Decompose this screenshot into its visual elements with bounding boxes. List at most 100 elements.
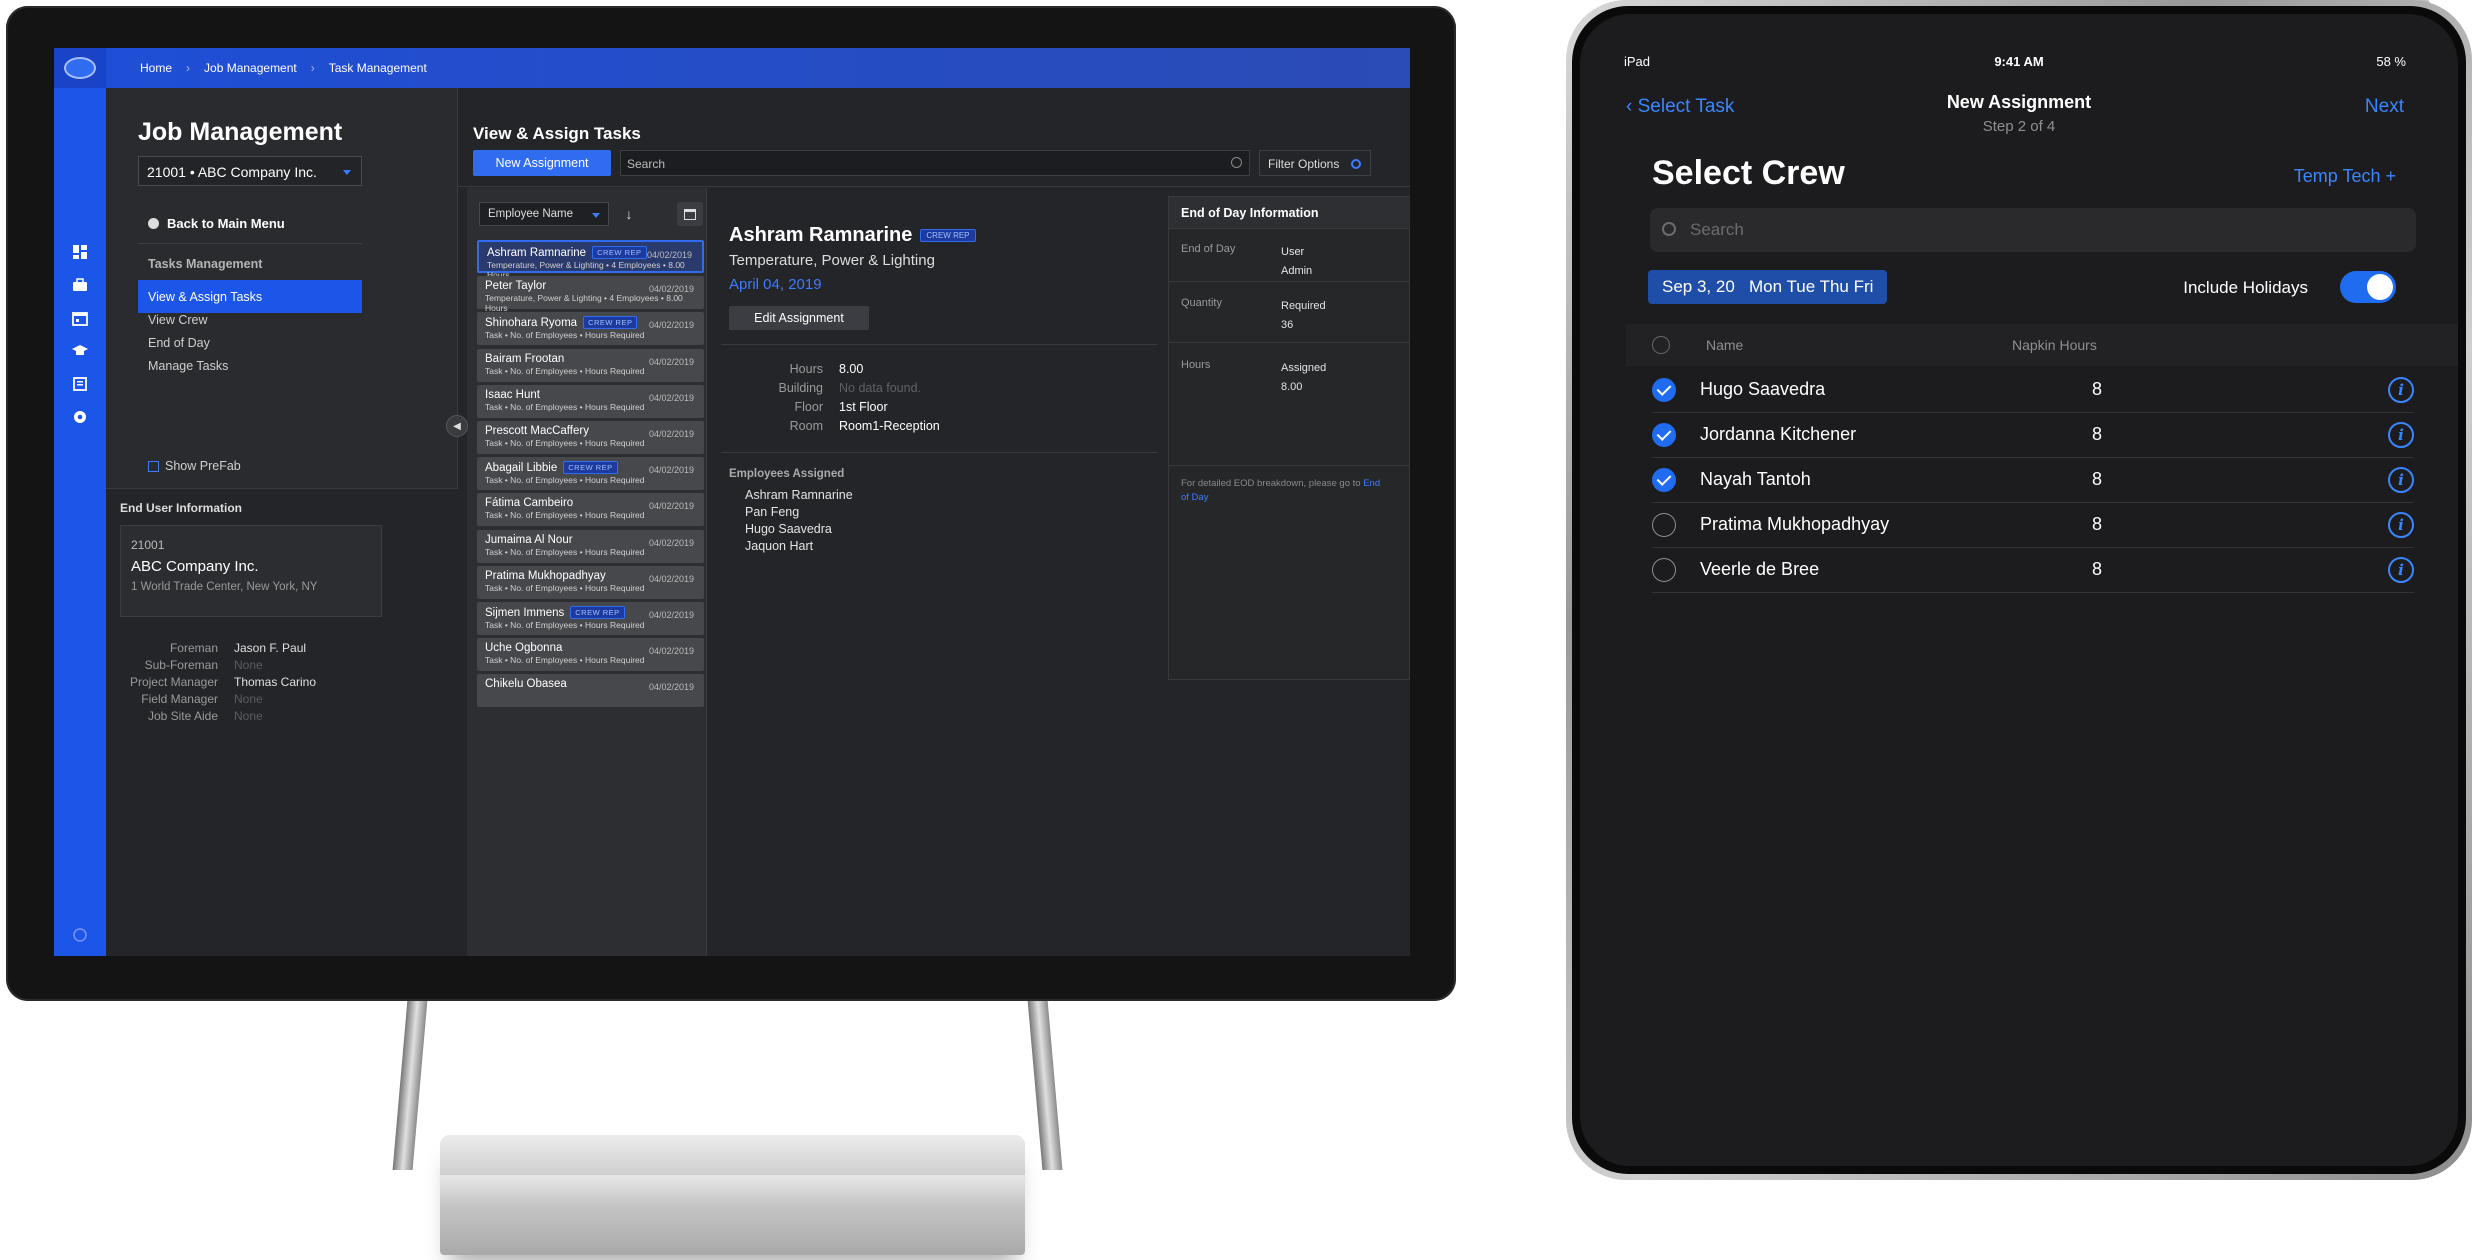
list-item[interactable]: Ashram Ramnarine CREW REP 04/02/2019 Temper… <box>477 240 704 280</box>
list-item-name-text: Peter Taylor <box>485 280 547 293</box>
menu-heading-tasks-management: Tasks Management <box>148 257 263 271</box>
divider <box>1169 281 1410 282</box>
checked-circle-icon[interactable] <box>1652 378 1676 402</box>
breadcrumb-task-management[interactable]: Task Management <box>329 61 427 75</box>
calendar-icon <box>684 208 696 220</box>
sort-direction-arrow-icon[interactable]: ↓ <box>617 202 641 226</box>
page-title: Select Crew <box>1652 154 1845 192</box>
briefcase-icon[interactable] <box>71 276 89 294</box>
temp-tech-button[interactable]: Temp Tech + <box>2294 166 2396 187</box>
settings-gear-icon[interactable] <box>71 408 89 426</box>
field-label: Field Manager <box>141 692 218 706</box>
info-icon[interactable]: i <box>2388 512 2414 538</box>
unchecked-circle-icon[interactable] <box>1652 513 1676 537</box>
breadcrumb-home[interactable]: Home <box>140 61 172 75</box>
crew-name: Pratima Mukhopadhyay <box>1700 514 1890 534</box>
list-item-date: 04/02/2019 <box>648 465 694 476</box>
help-icon[interactable] <box>71 926 89 944</box>
list-item[interactable]: Shinohara Ryoma CREW REP 04/02/2019 Task • … <box>477 312 704 346</box>
employee-assigned: Jaquon Hart <box>745 539 814 553</box>
tablet-bezel: iPad 9:41 AM 58 % ‹ Select Task New Assi… <box>1572 6 2466 1174</box>
info-icon[interactable]: i <box>2388 422 2414 448</box>
info-icon[interactable]: i <box>2388 377 2414 403</box>
crew-name: Hugo Saavedra <box>1700 379 1826 399</box>
eod-value-line: User <box>1281 246 1305 258</box>
list-item[interactable]: Pratima Mukhopadhyay 04/02/2019 Task • No.… <box>477 565 704 599</box>
list-item[interactable]: Isaac Hunt 04/02/2019 Task • No. of Employ… <box>477 384 704 418</box>
show-prefab-checkbox[interactable]: Show PreFab <box>148 459 241 473</box>
sort-select[interactable]: Employee Name <box>479 202 609 226</box>
crew-row[interactable]: Hugo Saavedra 8 i <box>1652 368 2414 413</box>
book-icon[interactable] <box>71 375 89 393</box>
list-item[interactable]: Peter Taylor 04/02/2019 Temperature, Power… <box>477 276 704 313</box>
list-item[interactable]: Uche Ogbonna 04/02/2019 Task • No. of Empl… <box>477 638 704 672</box>
list-item-name-text: Ashram Ramnarine <box>487 246 587 259</box>
list-item[interactable]: Fátima Cambeiro 04/02/2019 Task • No. of E… <box>477 493 704 527</box>
list-item-subtitle: Task • No. of Employees • Hours Required <box>485 438 645 448</box>
new-assignment-button[interactable]: New Assignment <box>473 150 611 176</box>
info-icon[interactable]: i <box>2388 557 2414 583</box>
end-user-company: ABC Company Inc. <box>131 558 259 575</box>
list-item[interactable]: Abagail Libbie CREW REP 04/02/2019 Task • N… <box>477 457 704 491</box>
search-placeholder: Search <box>627 157 666 171</box>
field-project-manager: Project Manager Thomas Carino <box>120 675 450 689</box>
top-bar: Home › Job Management › Task Management <box>54 48 1410 88</box>
eod-row: Quantity Required 36 <box>1181 297 1401 334</box>
list-item-date: 04/02/2019 <box>648 320 694 331</box>
list-item-name-text: Prescott MacCaffery <box>485 425 589 437</box>
back-arrow-icon <box>148 218 159 229</box>
list-item-date: 04/02/2019 <box>648 392 694 403</box>
dashboard-icon[interactable] <box>71 243 89 261</box>
crew-search-input[interactable]: Search <box>1650 208 2416 252</box>
list-item-name-text: Isaac Hunt <box>485 388 540 401</box>
job-management-panel: Job Management 21001 • ABC Company Inc. … <box>106 88 468 956</box>
field-value: 1st Floor <box>839 400 888 414</box>
filter-options-button[interactable]: Filter Options <box>1259 150 1371 176</box>
chevron-down-icon <box>592 213 600 218</box>
checked-circle-icon[interactable] <box>1652 423 1676 447</box>
crew-row[interactable]: Pratima Mukhopadhyay 8 i <box>1652 503 2414 548</box>
list-item[interactable]: Prescott MacCaffery 04/02/2019 Task • No. … <box>477 421 704 454</box>
column-header-hours: Napkin Hours <box>2012 337 2097 353</box>
select-all-radio[interactable] <box>1652 336 1670 354</box>
list-item[interactable]: Bairam Frootan 04/02/2019 Task • No. of Em… <box>477 348 704 382</box>
eod-value-line: Required <box>1281 300 1326 312</box>
list-item[interactable]: Sijmen Immens CREW REP 04/02/2019 Task • No… <box>477 602 704 635</box>
search-input[interactable]: Search <box>620 150 1250 176</box>
crew-name: Veerle de Bree <box>1700 559 1820 579</box>
unchecked-circle-icon[interactable] <box>1652 558 1676 582</box>
company-logo[interactable] <box>54 48 106 88</box>
field-value: 8.00 <box>839 362 864 376</box>
list-item[interactable]: Jumaima Al Nour 04/02/2019 Task • No. of E… <box>477 529 704 563</box>
field-label: Foreman <box>169 641 218 655</box>
calendar-filter-button[interactable] <box>677 202 703 226</box>
info-icon[interactable]: i <box>2388 467 2414 493</box>
employee-assigned: Ashram Ramnarine <box>745 488 853 502</box>
calendar-icon[interactable] <box>71 309 89 327</box>
crew-row[interactable]: Nayah Tantoh 8 i <box>1652 458 2414 503</box>
breadcrumb-separator: › <box>186 61 191 75</box>
detail-category: Temperature, Power & Lighting <box>729 252 935 269</box>
next-button[interactable]: Next <box>2365 96 2404 118</box>
list-item-name-text: Sijmen Immens <box>485 606 565 619</box>
graduation-cap-icon[interactable] <box>71 342 89 360</box>
days-chip[interactable]: Mon Tue Thu Fri <box>1735 270 1888 304</box>
crew-hours: 8 <box>2092 379 2103 399</box>
menu-item-manage-tasks[interactable]: Manage Tasks <box>138 349 362 382</box>
crew-row[interactable]: Veerle de Bree 8 i <box>1652 548 2414 593</box>
crew-hours: 8 <box>2092 559 2103 579</box>
checked-circle-icon[interactable] <box>1652 468 1676 492</box>
crew-row[interactable]: Jordanna Kitchener 8 i <box>1652 413 2414 458</box>
back-to-main-menu-link[interactable]: Back to Main Menu <box>148 216 285 231</box>
edit-assignment-button[interactable]: Edit Assignment <box>729 306 869 330</box>
company-select[interactable]: 21001 • ABC Company Inc. <box>138 156 362 186</box>
breadcrumb-job-management[interactable]: Job Management <box>204 61 297 75</box>
list-item-name-text: Bairam Frootan <box>485 352 565 365</box>
list-item-subtitle: Task • No. of Employees • Hours Required <box>485 475 645 486</box>
field-label: Project Manager <box>129 675 218 689</box>
view-assign-panel: View & Assign Tasks New Assignment Searc… <box>458 88 1410 956</box>
collapse-panel-button[interactable]: ◀ <box>446 415 468 437</box>
eod-note: For detailed EOD breakdown, please go to… <box>1181 477 1381 506</box>
list-item[interactable]: Chikelu Obasea 04/02/2019 <box>477 674 704 708</box>
include-holidays-toggle[interactable] <box>2340 271 2396 303</box>
